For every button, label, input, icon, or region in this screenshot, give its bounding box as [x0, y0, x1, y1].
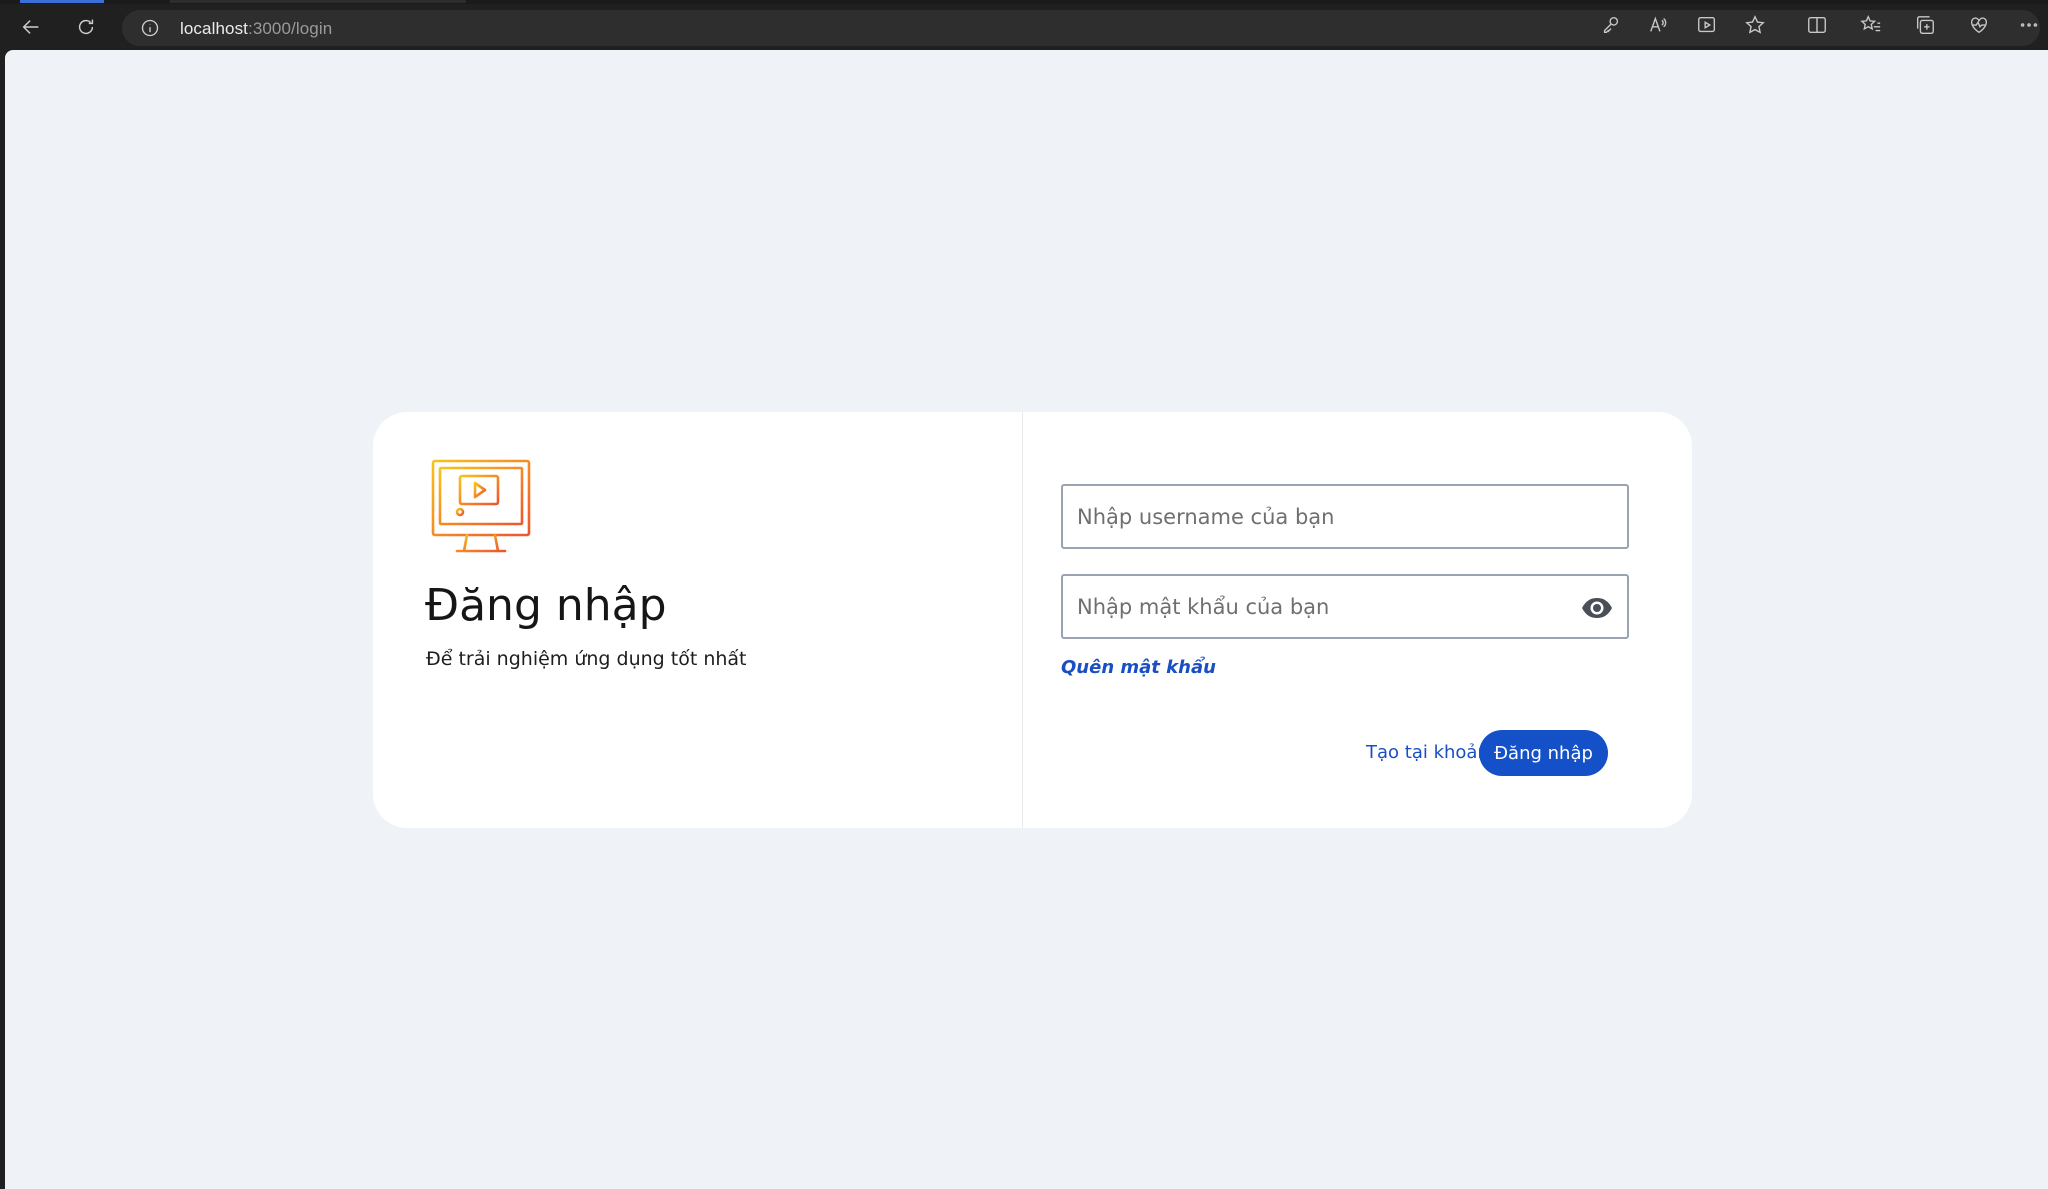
forgot-password-link[interactable]: Quên mật khẩu — [1061, 657, 1216, 678]
collections-icon[interactable] — [1914, 14, 1936, 36]
active-tab-indicator[interactable] — [20, 0, 104, 3]
app-available-icon[interactable] — [1696, 14, 1718, 36]
browser-essentials-icon[interactable] — [1968, 14, 1990, 36]
browser-toolbar: localhost:3000/login — [0, 4, 2048, 50]
more-menu-icon[interactable] — [2018, 14, 2040, 36]
url-text[interactable]: localhost:3000/login — [180, 19, 332, 39]
page-subtitle: Để trải nghiệm ứng dụng tốt nhất — [426, 648, 747, 670]
create-account-link[interactable]: Tạo tại khoản — [1366, 742, 1489, 763]
video-monitor-logo-icon — [429, 459, 531, 553]
url-path: :3000/login — [248, 19, 333, 38]
login-intro-panel: Đăng nhập Để trải nghiệm ứng dụng tốt nh… — [373, 412, 1023, 828]
tab[interactable] — [170, 0, 466, 3]
login-form: Quên mật khẩu Tạo tại khoản Đăng nhập — [1023, 412, 1692, 828]
site-info-icon[interactable] — [140, 18, 160, 38]
url-host: localhost — [180, 19, 248, 38]
login-card: Đăng nhập Để trải nghiệm ứng dụng tốt nh… — [373, 412, 1692, 828]
username-field — [1061, 484, 1629, 549]
favorites-list-icon[interactable] — [1860, 14, 1882, 36]
read-aloud-icon[interactable] — [1648, 14, 1670, 36]
split-screen-icon[interactable] — [1806, 14, 1828, 36]
page-viewport: Đăng nhập Để trải nghiệm ứng dụng tốt nh… — [5, 50, 2048, 1189]
password-input[interactable] — [1063, 576, 1627, 637]
login-button[interactable]: Đăng nhập — [1479, 730, 1608, 776]
back-icon[interactable] — [16, 12, 46, 42]
username-input[interactable] — [1063, 486, 1627, 547]
eye-icon[interactable] — [1581, 596, 1613, 620]
page-title: Đăng nhập — [425, 580, 667, 631]
refresh-icon[interactable] — [71, 12, 101, 42]
favorite-star-icon[interactable] — [1744, 14, 1766, 36]
key-icon[interactable] — [1600, 14, 1622, 36]
password-field — [1061, 574, 1629, 639]
